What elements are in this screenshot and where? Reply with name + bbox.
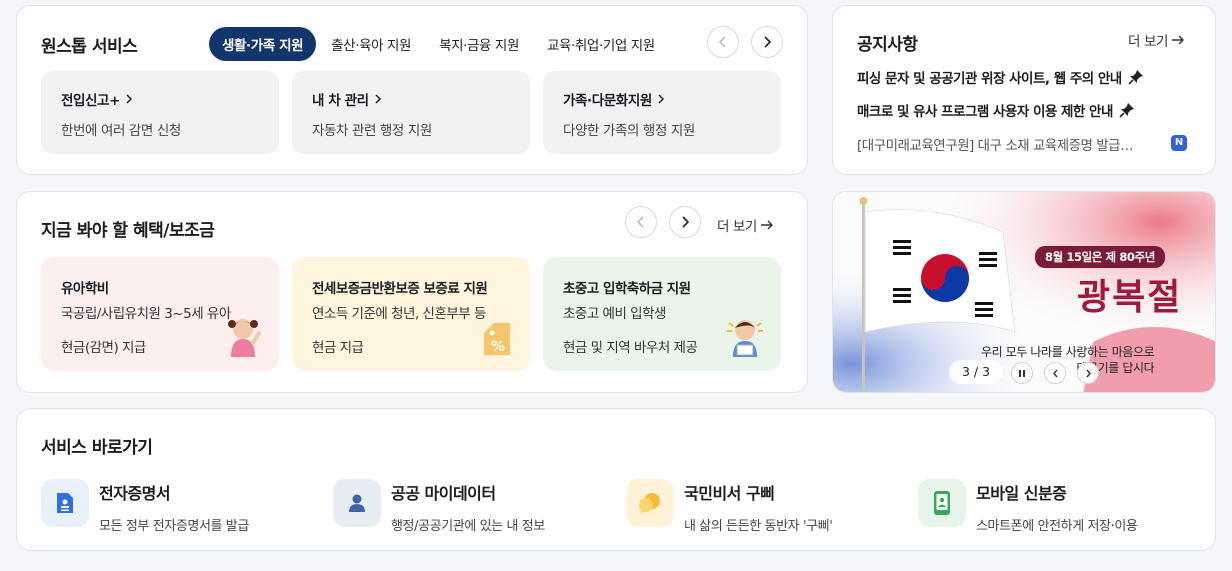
pin-icon bbox=[1128, 70, 1143, 85]
benefit-next-button[interactable] bbox=[669, 206, 701, 238]
tabs-prev-button[interactable] bbox=[707, 26, 739, 58]
chevron-right-icon bbox=[764, 36, 772, 48]
shortcut-gubbi[interactable]: 국민비서 구삐 내 삶의 든든한 동반자 '구삐' bbox=[626, 479, 833, 534]
new-badge: N bbox=[1171, 135, 1187, 151]
banner-sub-line1: 우리 모두 나라를 사랑하는 마음으로 bbox=[981, 345, 1155, 359]
service-desc: 한번에 여러 감면 신청 bbox=[61, 123, 181, 139]
notice-text: 매크로 및 유사 프로그램 사용자 이용 제한 안내 bbox=[857, 104, 1113, 120]
chevron-left-icon bbox=[636, 216, 644, 228]
service-my-car[interactable]: 내 차 관리 자동차 관련 행정 지원 bbox=[292, 71, 530, 154]
service-title: 전입신고+ bbox=[61, 93, 120, 109]
banner-subtext: 우리 모두 나라를 사랑하는 마음으로 태극기를 답시다 bbox=[981, 344, 1155, 376]
child-illustration-icon bbox=[228, 319, 261, 357]
mobile-id-icon bbox=[918, 479, 966, 527]
percent-tag-icon: % bbox=[484, 323, 510, 355]
service-family-multicultural[interactable]: 가족·다문화지원 다양한 가족의 행정 지원 bbox=[543, 71, 781, 154]
tab-birth-childcare[interactable]: 출산·육아 지원 bbox=[318, 27, 424, 61]
chevron-left-icon bbox=[1052, 369, 1058, 377]
service-title: 가족·다문화지원 bbox=[563, 93, 652, 109]
notice-item[interactable]: 피싱 문자 및 공공기관 위장 사이트, 웹 주의 안내 bbox=[857, 67, 1144, 87]
shortcut-title: 서비스 바로가기 bbox=[41, 438, 153, 458]
chevron-left-icon bbox=[718, 36, 726, 48]
benefit-card-title: 초중고 입학축하금 지원 bbox=[563, 281, 691, 297]
benefit-card-jeonse-guarantee[interactable]: 전세보증금반환보증 보증료 지원 연소득 기준에 청년, 신혼부부 등 현금 지… bbox=[292, 257, 530, 371]
arrow-right-icon bbox=[760, 220, 773, 230]
pause-icon bbox=[1019, 369, 1025, 377]
benefit-card-school-entry[interactable]: 초중고 입학축하금 지원 초중고 예비 입학생 현금 및 지역 바우처 제공 bbox=[543, 257, 781, 371]
service-move-in-report[interactable]: 전입신고+ 한번에 여러 감면 신청 bbox=[41, 71, 279, 154]
chevron-right-icon bbox=[126, 94, 133, 104]
svg-text:%: % bbox=[491, 339, 505, 355]
benefit-title: 지금 봐야 할 혜택/보조금 bbox=[41, 221, 215, 241]
liberation-day-banner[interactable]: 8월 15일은 제 80주년 광복절 우리 모두 나라를 사랑하는 마음으로 태… bbox=[832, 191, 1216, 393]
service-shortcut-panel: 서비스 바로가기 전자증명서 모든 정부 전자증명서를 발급 공공 마이데이터 … bbox=[16, 408, 1216, 551]
shortcut-label: 공공 마이데이터 bbox=[391, 484, 496, 503]
shortcut-public-mydata[interactable]: 공공 마이데이터 행정/공공기관에 있는 내 정보 bbox=[333, 479, 545, 534]
onestop-service-panel: 원스톱 서비스 생활·가족 지원 출산·육아 지원 복지·금융 지원 교육·취업… bbox=[16, 5, 808, 175]
chevron-right-icon bbox=[1085, 369, 1091, 377]
benefit-more-link[interactable]: 더 보기 bbox=[717, 215, 774, 235]
tab-education-employment[interactable]: 교육·취업·기업 지원 bbox=[534, 27, 668, 61]
service-desc: 다양한 가족의 행정 지원 bbox=[563, 123, 695, 139]
chat-icon bbox=[626, 479, 674, 527]
pin-icon bbox=[1119, 103, 1134, 118]
notice-item[interactable]: [대구미래교육연구원] 대구 소재 교육제증명 발급… bbox=[857, 134, 1157, 154]
document-icon bbox=[41, 479, 89, 527]
tabs-next-button[interactable] bbox=[751, 26, 783, 58]
benefit-panel: 지금 봐야 할 혜택/보조금 더 보기 유아학비 국공립/사립유치원 3~5세 … bbox=[16, 191, 808, 393]
shortcut-desc: 내 삶의 든든한 동반자 '구삐' bbox=[684, 519, 833, 534]
notice-title: 공지사항 bbox=[857, 35, 918, 55]
benefit-card-kindergarten[interactable]: 유아학비 국공립/사립유치원 3~5세 유아 현금(감면) 지급 bbox=[41, 257, 279, 371]
banner-next-button[interactable] bbox=[1077, 362, 1099, 384]
banner-headline: 광복절 bbox=[1077, 276, 1183, 318]
tab-life-family[interactable]: 생활·가족 지원 bbox=[209, 27, 317, 61]
chevron-right-icon bbox=[682, 216, 690, 228]
shortcut-label: 전자증명서 bbox=[99, 484, 171, 503]
service-title: 내 차 관리 bbox=[312, 93, 369, 109]
benefit-prev-button[interactable] bbox=[625, 206, 657, 238]
chevron-right-icon bbox=[658, 94, 664, 104]
shortcut-desc: 스마트폰에 안전하게 저장·이용 bbox=[976, 519, 1138, 534]
benefit-card-title: 전세보증금반환보증 보증료 지원 bbox=[312, 281, 488, 297]
arrow-right-icon bbox=[1172, 35, 1184, 45]
shortcut-desc: 모든 정부 전자증명서를 발급 bbox=[99, 519, 249, 534]
banner-pause-button[interactable] bbox=[1011, 362, 1033, 384]
onestop-title: 원스톱 서비스 bbox=[41, 37, 138, 57]
banner-sub-line2: 태극기를 답시다 bbox=[1076, 361, 1155, 376]
service-desc: 자동차 관련 행정 지원 bbox=[312, 123, 432, 139]
notice-more-link[interactable]: 더 보기 bbox=[1128, 30, 1185, 50]
notice-text: 피싱 문자 및 공공기관 위장 사이트, 웹 주의 안내 bbox=[857, 71, 1122, 87]
notice-panel: 공지사항 더 보기 피싱 문자 및 공공기관 위장 사이트, 웹 주의 안내 매… bbox=[832, 5, 1216, 175]
shortcut-label: 국민비서 구삐 bbox=[684, 484, 775, 503]
banner-tag: 8월 15일은 제 80주년 bbox=[1035, 246, 1165, 268]
shortcut-desc: 행정/공공기관에 있는 내 정보 bbox=[391, 519, 545, 534]
more-label: 더 보기 bbox=[1128, 34, 1168, 50]
tab-welfare-finance[interactable]: 복지·금융 지원 bbox=[426, 27, 532, 61]
shortcut-mobile-id[interactable]: 모바일 신분증 스마트폰에 안전하게 저장·이용 bbox=[918, 479, 1138, 534]
chevron-right-icon bbox=[375, 94, 381, 104]
notice-item[interactable]: 매크로 및 유사 프로그램 사용자 이용 제한 안내 bbox=[857, 100, 1135, 120]
banner-counter: 3 / 3 bbox=[949, 360, 1003, 384]
banner-prev-button[interactable] bbox=[1044, 362, 1066, 384]
student-illustration-icon bbox=[727, 320, 763, 357]
person-icon bbox=[333, 479, 381, 527]
benefit-card-title: 유아학비 bbox=[61, 281, 109, 297]
more-label: 더 보기 bbox=[717, 219, 757, 235]
shortcut-label: 모바일 신분증 bbox=[976, 484, 1067, 503]
shortcut-e-certificate[interactable]: 전자증명서 모든 정부 전자증명서를 발급 bbox=[41, 479, 249, 534]
onestop-tabs: 생활·가족 지원 출산·육아 지원 복지·금융 지원 교육·취업·기업 지원 bbox=[209, 27, 670, 61]
